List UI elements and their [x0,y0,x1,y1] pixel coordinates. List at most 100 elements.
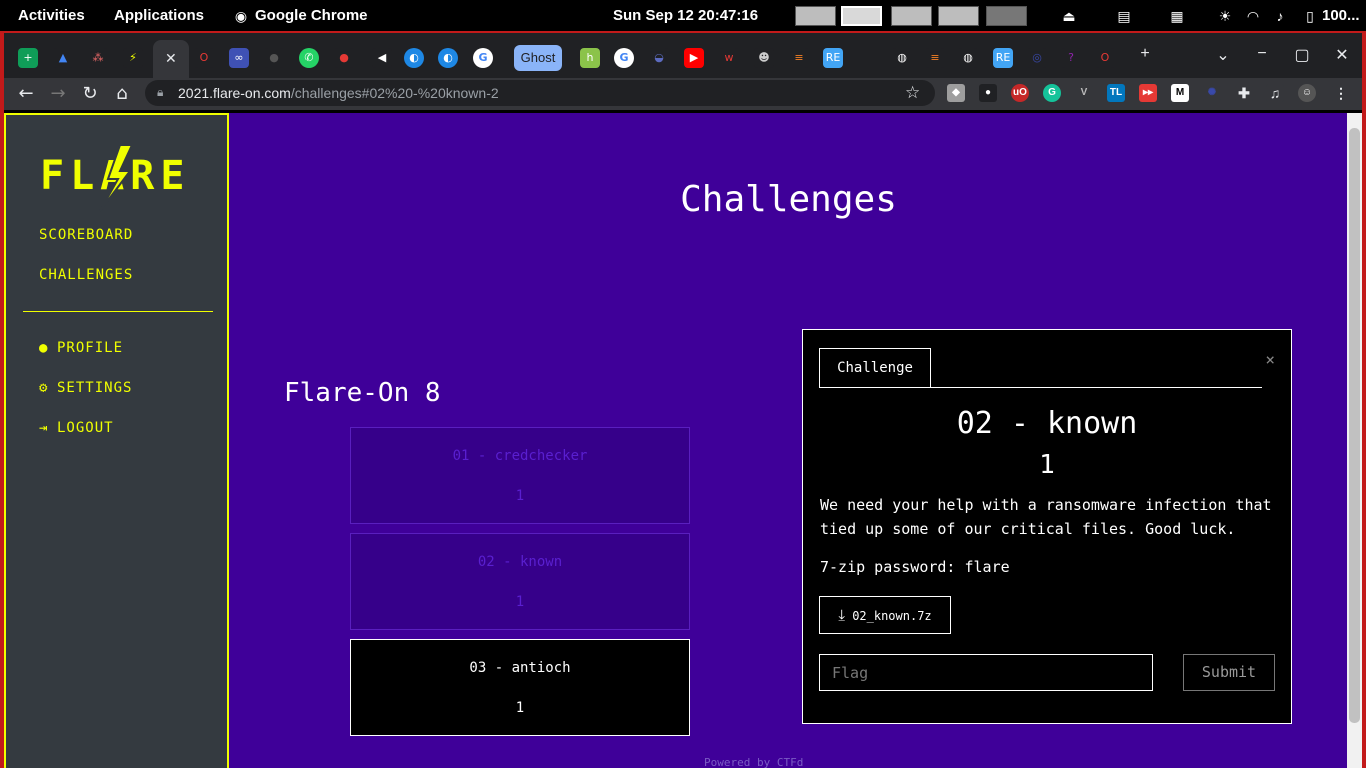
gear-extension-icon[interactable]: ✺ [1203,84,1221,102]
app-tab-icon[interactable]: ∞ [229,48,249,68]
opera-tab-icon[interactable]: O [194,48,214,68]
lock-icon[interactable]: 🔒︎ [157,85,171,101]
stackoverflow-tab-icon[interactable]: ≡ [789,48,809,68]
bookmark-star-icon[interactable]: ☆ [905,83,920,103]
globe-tab-icon[interactable]: ◐ [404,48,424,68]
audio-tab-icon[interactable]: ◀ [372,48,392,68]
shield-extension-icon[interactable]: ◆ [947,84,965,102]
system-top-bar: Activities Applications ◉ Google Chrome … [0,0,1366,31]
nav-settings[interactable]: ⚙ SETTINGS [39,380,132,396]
web-tab-icon[interactable]: ◍ [892,48,912,68]
google-tab-2-icon[interactable]: G [614,48,634,68]
re-tab-icon[interactable]: RE [823,48,843,68]
window-frame-top [0,31,1366,33]
avatar[interactable]: ☺ [1298,84,1316,102]
close-tab-icon[interactable]: ✕ [165,50,177,67]
page-content: FLARE SCOREBOARD CHALLENGES ●PROFILE ⚙SE… [4,113,1347,768]
re-tab-2-icon[interactable]: RE [993,48,1013,68]
workspace-5[interactable] [986,6,1027,26]
app-tab-5-icon[interactable]: ◎ [1027,48,1047,68]
challenge-modal: × Challenge 02 - known 1 We need your he… [802,329,1292,724]
tl-extension-icon[interactable]: TL [1107,84,1125,102]
close-window-button[interactable]: ✕ [1332,45,1352,65]
globe-tab-2-icon[interactable]: ◐ [438,48,458,68]
download-button[interactable]: ⤓ 02_known.7z [819,596,951,634]
sheets-tab-icon[interactable]: + [18,48,38,68]
challenge-points: 1 [1039,450,1055,480]
web-tab-2-icon[interactable]: ◍ [958,48,978,68]
workspace-1[interactable] [795,6,836,26]
flare-logo[interactable]: FLARE [40,145,200,215]
user-circle-icon: ● [39,340,49,356]
app-tab-2-icon[interactable]: ◒ [649,48,669,68]
challenge-card-known[interactable]: 02 - known 1 [350,533,690,630]
scrollbar-thumb[interactable] [1349,128,1360,723]
app-tab-4-icon[interactable]: ☻ [754,48,774,68]
battery-icon[interactable]: ▯ [1301,7,1319,25]
home-button[interactable]: ⌂ [110,82,134,106]
new-tab-button[interactable]: + [1135,45,1155,63]
workspace-3[interactable] [891,6,932,26]
url-text[interactable]: 2021.flare-on.com/challenges#02%20-%20kn… [178,85,499,101]
activities-button[interactable]: Activities [18,7,85,24]
flag-input[interactable] [819,654,1153,691]
opera-tab-2-icon[interactable]: O [1095,48,1115,68]
drive-tab-icon[interactable]: ▲ [53,48,73,68]
maximize-button[interactable]: ▢ [1292,45,1312,65]
asana-tab-icon[interactable]: ⁂ [88,48,108,68]
app-tab-3-icon[interactable]: w [719,48,739,68]
tab-search-icon[interactable]: ⌄ [1213,45,1233,65]
close-icon[interactable]: × [1265,350,1275,369]
download-icon: ⤓ [838,606,845,624]
clipboard-icon[interactable]: ▤ [1115,7,1133,25]
sign-out-icon: ⇥ [39,420,49,436]
vue-extension-icon[interactable]: V [1075,84,1093,102]
youtube-tab-icon[interactable]: ▶ [684,48,704,68]
minimize-button[interactable]: − [1252,45,1272,63]
wifi-icon[interactable]: ◠ [1244,7,1262,25]
stackoverflow-tab-2-icon[interactable]: ≡ [925,48,945,68]
battery-percent: 100... [1322,7,1360,24]
nav-logout[interactable]: ⇥ LOGOUT [39,420,114,436]
reload-button[interactable]: ↻ [78,82,102,106]
media-extension-icon[interactable]: ▸▸ [1139,84,1157,102]
hashnode-tab-icon[interactable]: h [580,48,600,68]
nav-challenges[interactable]: CHALLENGES [39,267,133,283]
whatsapp-tab-icon[interactable]: ✆ [299,48,319,68]
challenge-card-credchecker[interactable]: 01 - credchecker 1 [350,427,690,524]
app-tab-6-icon[interactable]: ? [1061,48,1081,68]
workspace-2[interactable] [841,6,882,26]
nav-profile[interactable]: ● PROFILE [39,340,123,356]
tab-underline [819,387,1262,388]
challenge-card-antioch[interactable]: 03 - antioch 1 [350,639,690,736]
window-layout-icon[interactable]: ▦ [1168,7,1186,25]
flare-tab-icon[interactable]: ⚡ [123,48,143,68]
back-button[interactable]: ← [14,82,38,106]
pin-tab-icon[interactable]: ● [334,48,354,68]
chrome-menu-icon[interactable]: ⋮ [1332,84,1350,102]
nav-scoreboard[interactable]: SCOREBOARD [39,227,133,243]
ublock-extension-icon[interactable]: uO [1011,84,1029,102]
challenge-value: 1 [515,700,525,716]
google-tab-icon[interactable]: G [473,48,493,68]
workspace-4[interactable] [938,6,979,26]
forward-button[interactable]: → [46,82,70,106]
brightness-icon[interactable]: ☀ [1216,7,1234,25]
footer-text[interactable]: Powered by CTFd [704,756,803,768]
clock[interactable]: Sun Sep 12 20:47:16 [613,7,758,24]
volume-icon[interactable]: ♪ [1271,7,1289,25]
ninja-extension-icon[interactable]: ● [979,84,997,102]
grammarly-extension-icon[interactable]: G [1043,84,1061,102]
puzzle-extensions-icon[interactable]: ✚ [1235,84,1253,102]
eject-icon[interactable]: ⏏ [1060,7,1078,25]
github-tab-icon[interactable]: ● [264,48,284,68]
ghost-tab[interactable]: Ghost [514,45,562,71]
medium-extension-icon[interactable]: M [1171,84,1189,102]
tab-active[interactable]: ✕ [153,40,189,78]
tab-challenge[interactable]: Challenge [819,348,931,388]
window-frame-left [0,31,4,768]
active-app-name[interactable]: Google Chrome [255,7,368,24]
applications-menu[interactable]: Applications [114,7,204,24]
submit-button[interactable]: Submit [1183,654,1275,691]
media-controls-icon[interactable]: ♫ [1266,84,1284,102]
